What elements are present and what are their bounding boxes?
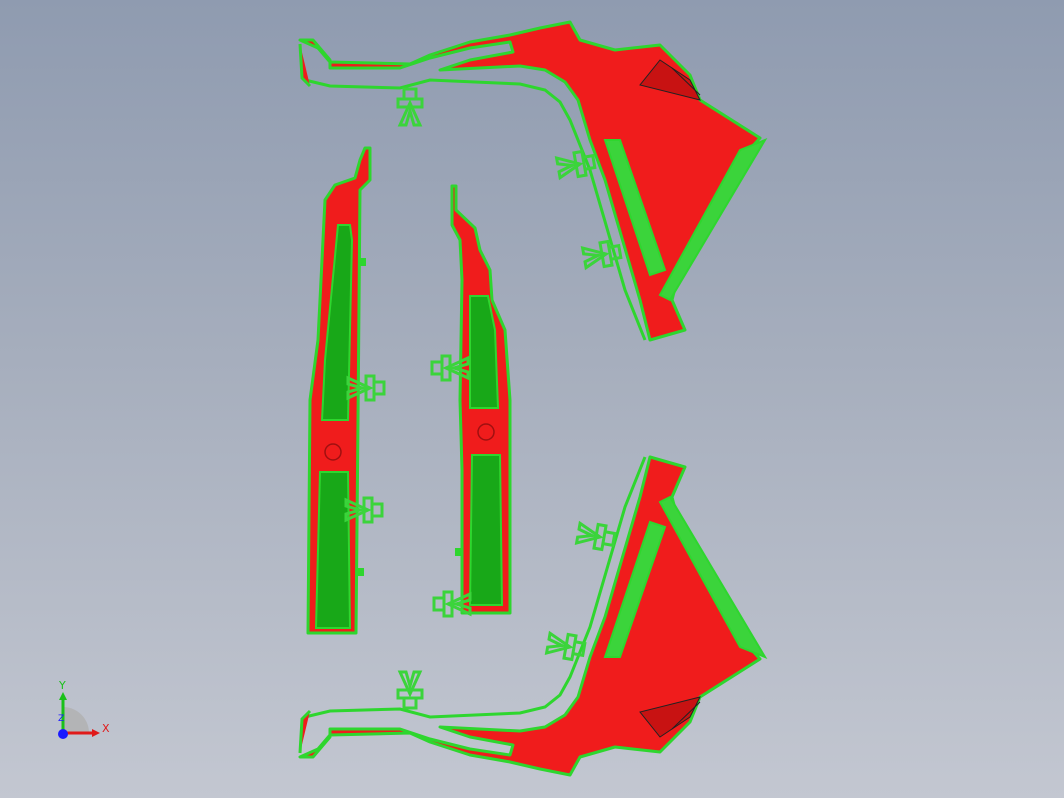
center-rail-part[interactable] <box>430 184 512 618</box>
clip-icon <box>396 87 424 127</box>
left-rail-part[interactable] <box>306 146 386 635</box>
x-axis-label: X <box>102 722 110 735</box>
clip-icon <box>396 670 424 710</box>
clip-icon <box>544 629 588 663</box>
model-canvas[interactable] <box>0 0 1064 798</box>
z-axis-icon <box>58 729 68 739</box>
coordinate-triad <box>58 692 100 739</box>
clip-icon <box>574 519 618 553</box>
y-axis-label: Y <box>59 679 66 692</box>
lower-bracket-part[interactable] <box>298 455 768 777</box>
cad-viewport[interactable]: X Y Z <box>0 0 1064 798</box>
z-axis-label: Z <box>58 714 65 724</box>
clip-icon <box>554 148 598 182</box>
